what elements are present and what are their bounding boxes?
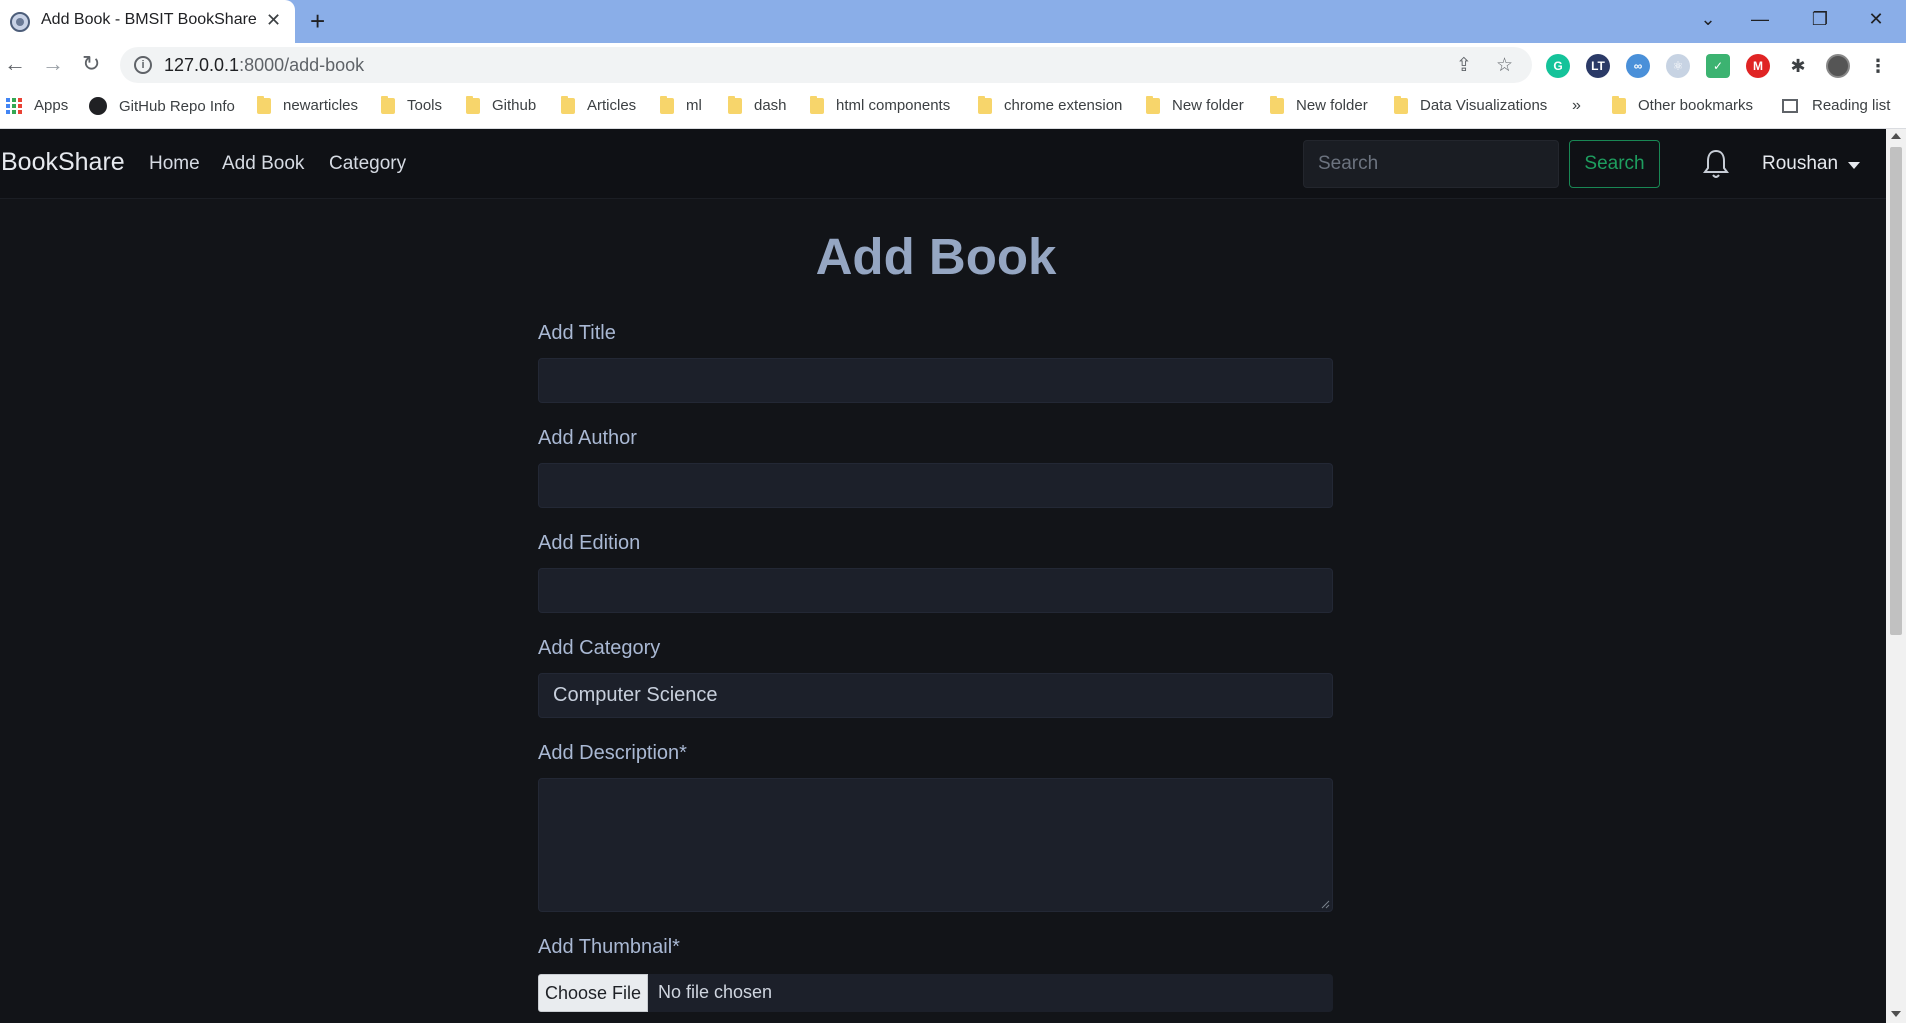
author-label: Add Author [538, 427, 637, 449]
folder-icon [1612, 95, 1626, 114]
site-navbar: BookShare Home Add Book Category Search … [0, 129, 1886, 199]
address-bar[interactable]: i 127.0.0.1:8000/add-book ⇪ ☆ [120, 47, 1532, 83]
search-input[interactable] [1303, 140, 1559, 188]
new-tab-button[interactable]: + [310, 7, 325, 35]
reading-list-icon [1782, 98, 1798, 113]
grammarly-extension-icon[interactable]: G [1546, 54, 1570, 78]
bookmark-github[interactable]: Github [466, 95, 536, 114]
search-button[interactable]: Search [1569, 140, 1660, 188]
folder-icon [381, 95, 395, 114]
caret-down-icon[interactable] [1848, 162, 1860, 169]
back-arrow-icon[interactable]: ← [4, 51, 26, 77]
bookmark-apps[interactable]: Apps [6, 97, 68, 114]
apps-icon [6, 97, 22, 114]
folder-icon [1394, 95, 1408, 114]
folder-icon [1270, 95, 1284, 114]
bookmark-ml[interactable]: ml [660, 95, 702, 114]
web-page: BookShare Home Add Book Category Search … [0, 129, 1886, 1023]
minimize-icon[interactable]: — [1740, 6, 1780, 32]
tab-title: Add Book - BMSIT BookShare [41, 11, 257, 28]
folder-icon [561, 95, 575, 114]
bookmark-newarticles[interactable]: newarticles [257, 95, 358, 114]
browser-tab-active[interactable]: Add Book - BMSIT BookShare ✕ [0, 0, 295, 43]
bookmark-articles[interactable]: Articles [561, 95, 636, 114]
resize-handle-icon[interactable] [1320, 899, 1330, 909]
choose-file-button[interactable]: Choose File [538, 974, 648, 1012]
thumbnail-file-input[interactable]: Choose File No file chosen [538, 974, 1333, 1012]
nav-link-category[interactable]: Category [329, 153, 406, 175]
bookmark-github-repo-info[interactable]: GitHub Repo Info [89, 97, 235, 115]
site-favicon-icon [10, 12, 30, 32]
reading-list-button[interactable]: Reading list [1782, 97, 1890, 114]
bookmark-html-components[interactable]: html components [810, 95, 950, 114]
user-menu-toggle[interactable]: Roushan [1762, 153, 1838, 175]
browser-toolbar: ← → ↻ i 127.0.0.1:8000/add-book ⇪ ☆ G LT… [0, 43, 1906, 87]
extensions-puzzle-icon[interactable]: ✱ [1786, 54, 1810, 78]
browser-menu-icon[interactable]: ⋮ [1866, 54, 1890, 78]
bookmarks-bar: Apps GitHub Repo Info newarticles Tools … [0, 87, 1906, 129]
tab-close-icon[interactable]: ✕ [266, 9, 281, 31]
folder-icon [257, 95, 271, 114]
category-selected-value: Computer Science [553, 684, 718, 706]
title-input[interactable] [538, 358, 1333, 403]
description-label: Add Description* [538, 742, 687, 764]
bookmark-star-icon[interactable]: ☆ [1496, 54, 1513, 77]
title-label: Add Title [538, 322, 616, 344]
bookmark-new-folder-2[interactable]: New folder [1270, 95, 1368, 114]
share-icon[interactable]: ⇪ [1456, 54, 1472, 77]
folder-icon [1146, 95, 1160, 114]
restore-icon[interactable]: ❐ [1800, 6, 1840, 32]
thumbnail-label: Add Thumbnail* [538, 936, 680, 958]
folder-icon [810, 95, 824, 114]
scroll-up-arrow-icon[interactable] [1891, 133, 1901, 139]
languagetool-extension-icon[interactable]: LT [1586, 54, 1610, 78]
browser-tabstrip: Add Book - BMSIT BookShare ✕ + ⌄ — ❐ ✕ [0, 0, 1906, 43]
description-textarea[interactable] [538, 778, 1333, 912]
edition-input[interactable] [538, 568, 1333, 613]
category-label: Add Category [538, 637, 661, 659]
file-status-text: No file chosen [658, 982, 773, 1002]
nav-link-home[interactable]: Home [149, 153, 200, 175]
bookmark-chrome-extension[interactable]: chrome extension [978, 95, 1122, 114]
bookmark-new-folder-1[interactable]: New folder [1146, 95, 1244, 114]
tab-search-chevron-down-icon[interactable]: ⌄ [1688, 6, 1728, 32]
mcafee-extension-icon[interactable]: M [1746, 54, 1770, 78]
scroll-down-arrow-icon[interactable] [1891, 1011, 1901, 1017]
infinity-extension-icon[interactable]: ∞ [1626, 54, 1650, 78]
bookmark-other-bookmarks[interactable]: Other bookmarks [1612, 95, 1753, 114]
react-devtools-extension-icon[interactable]: ⚛ [1666, 54, 1690, 78]
edition-label: Add Edition [538, 532, 641, 554]
profile-avatar[interactable] [1826, 54, 1850, 78]
bookmark-tools[interactable]: Tools [381, 95, 442, 114]
page-title: Add Book [815, 228, 1057, 285]
folder-icon [978, 95, 992, 114]
url-text[interactable]: 127.0.0.1:8000/add-book [164, 55, 364, 76]
folder-icon [660, 95, 674, 114]
github-icon [89, 97, 107, 115]
folder-icon [728, 95, 742, 114]
bookmark-dash[interactable]: dash [728, 95, 787, 114]
bookmark-data-visualizations[interactable]: Data Visualizations [1394, 95, 1547, 114]
page-scrollbar[interactable] [1886, 129, 1906, 1023]
nav-link-add-book[interactable]: Add Book [222, 153, 304, 175]
author-input[interactable] [538, 463, 1333, 508]
category-select[interactable]: Computer Science [538, 673, 1333, 718]
close-window-icon[interactable]: ✕ [1856, 6, 1896, 32]
forward-arrow-icon[interactable]: → [42, 51, 64, 77]
site-info-icon[interactable]: i [134, 56, 152, 74]
bookmarks-overflow-button[interactable]: » [1572, 97, 1581, 115]
shield-extension-icon[interactable]: ✓ [1706, 54, 1730, 78]
navbar-brand[interactable]: BookShare [1, 148, 125, 177]
reload-icon[interactable]: ↻ [82, 51, 100, 77]
folder-icon [466, 95, 480, 114]
notification-bell-icon[interactable] [1703, 148, 1729, 180]
scrollbar-thumb[interactable] [1890, 147, 1902, 635]
